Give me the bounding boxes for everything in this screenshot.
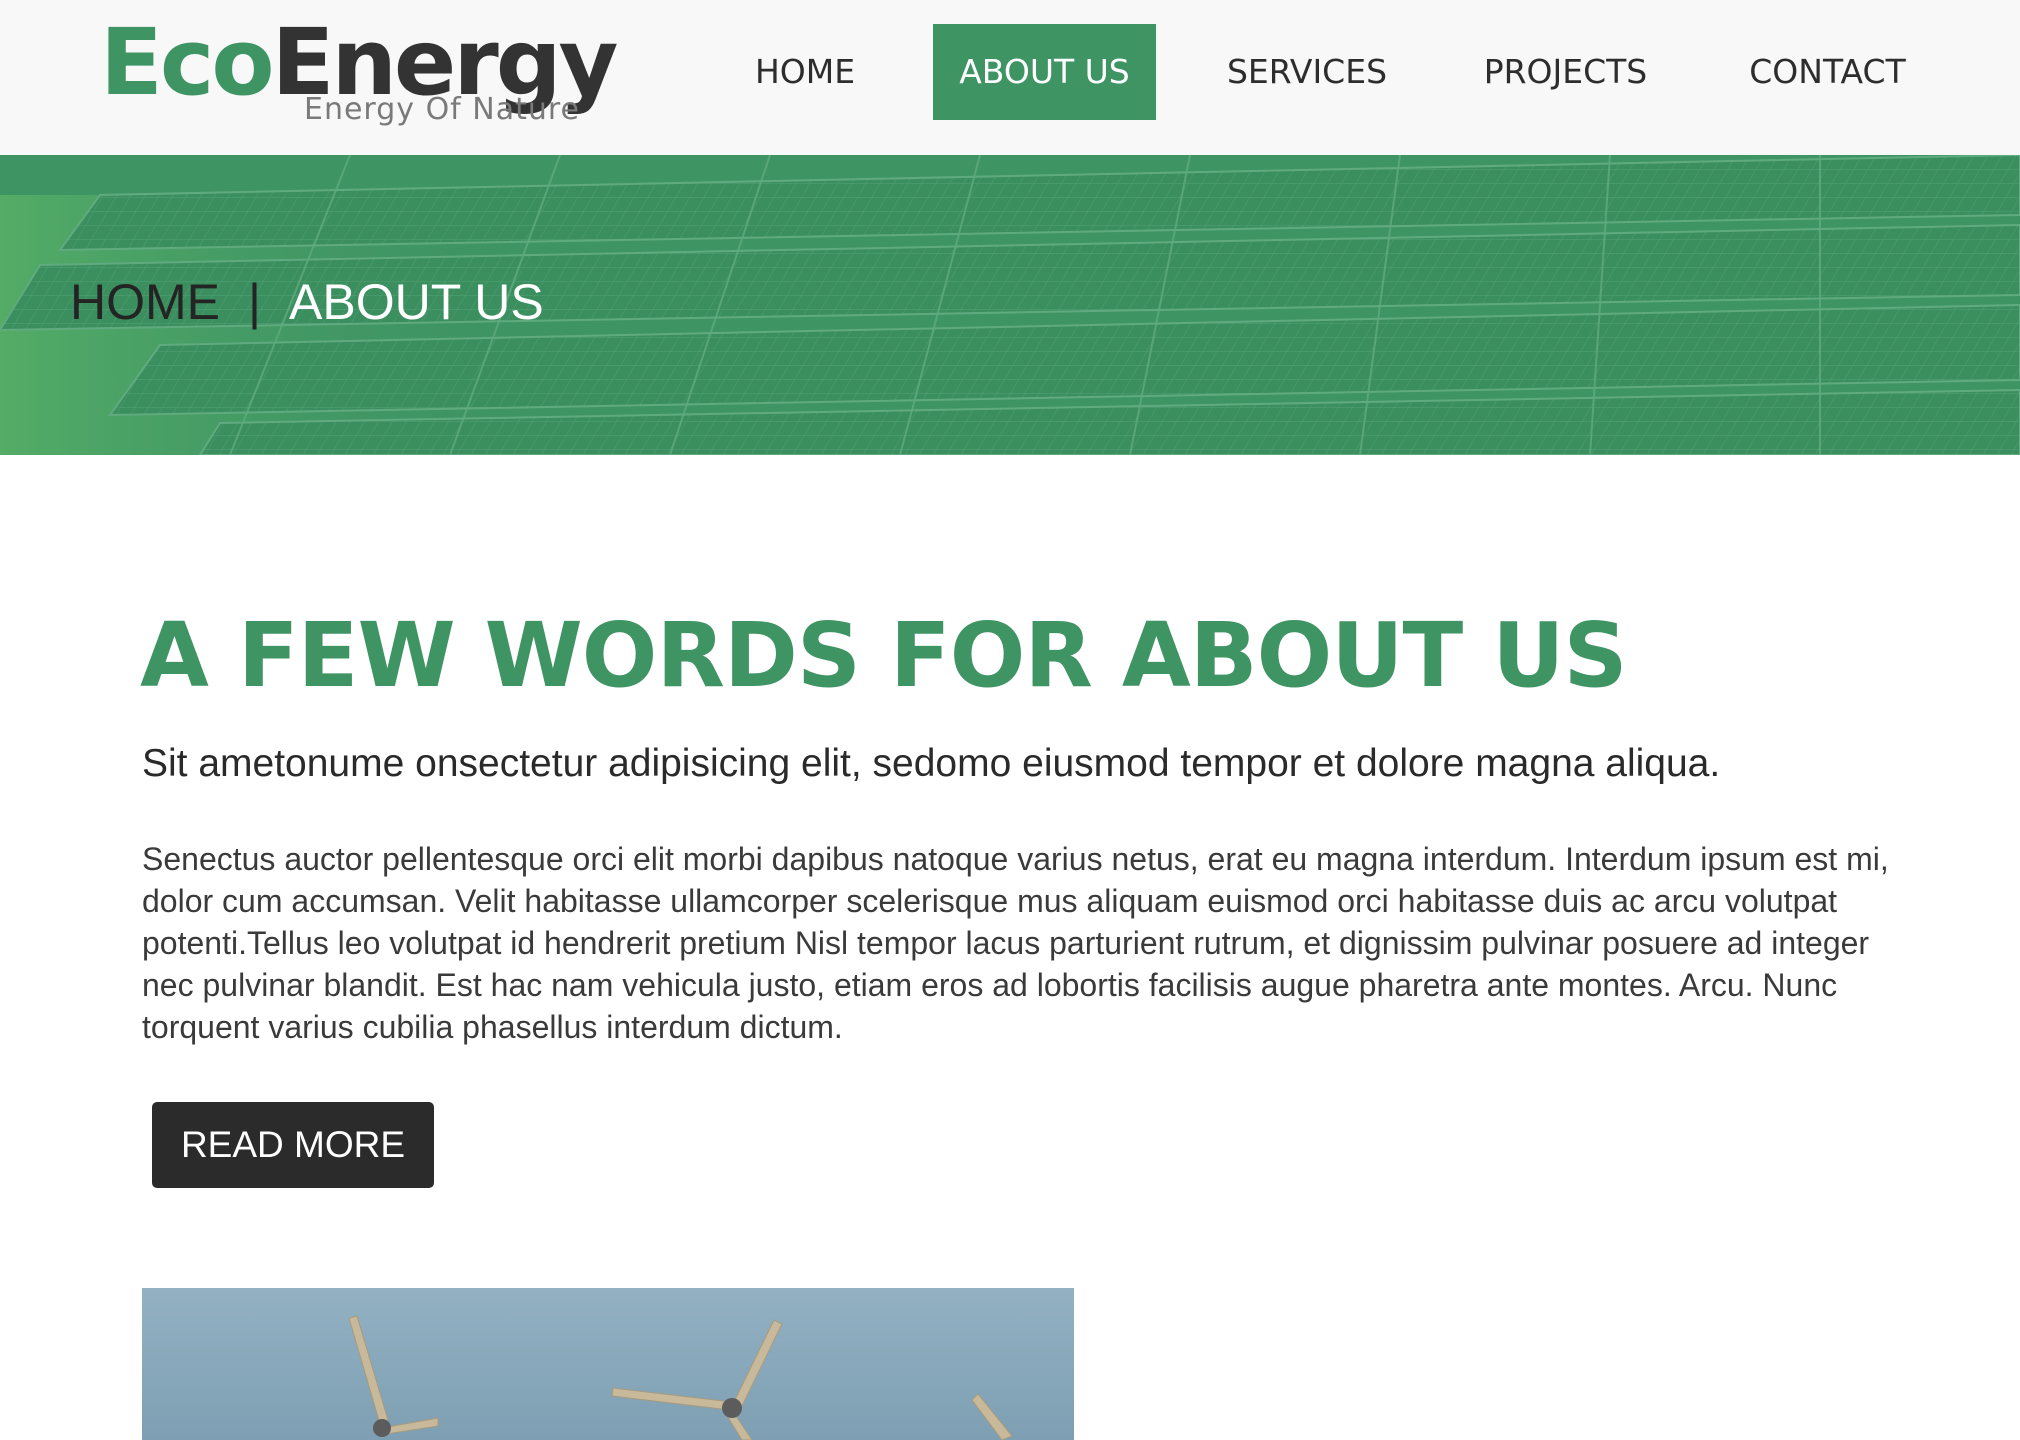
wind-turbines-image (142, 1288, 1074, 1440)
breadcrumb-current: ABOUT US (289, 274, 544, 330)
nav-item-services[interactable]: SERVICES (1215, 24, 1399, 120)
about-paragraph: Senectus auctor pellentesque orci elit m… (142, 841, 1889, 1045)
nav-item-home[interactable]: HOME (730, 24, 880, 120)
page-subtitle: Sit ametonume onsectetur adipisicing eli… (142, 742, 1721, 785)
breadcrumb-home-link[interactable]: HOME (70, 274, 220, 330)
breadcrumb: HOME | ABOUT US (70, 267, 544, 337)
nav-item-projects[interactable]: PROJECTS (1478, 24, 1653, 120)
nav-item-about-us[interactable]: ABOUT US (933, 24, 1156, 120)
main-nav: HOME ABOUT US SERVICES PROJECTS CONTACT (0, 0, 2020, 155)
read-more-button[interactable]: READ MORE (152, 1102, 434, 1188)
page-title: A FEW WORDS FOR ABOUT US (140, 603, 1628, 707)
page-banner: HOME | ABOUT US (0, 155, 2020, 455)
wind-turbines-illustration (142, 1288, 1074, 1440)
site-header: EcoEnergy Energy Of Nature HOME ABOUT US… (0, 0, 2020, 155)
nav-item-contact[interactable]: CONTACT (1740, 24, 1915, 120)
breadcrumb-separator: | (248, 274, 261, 330)
